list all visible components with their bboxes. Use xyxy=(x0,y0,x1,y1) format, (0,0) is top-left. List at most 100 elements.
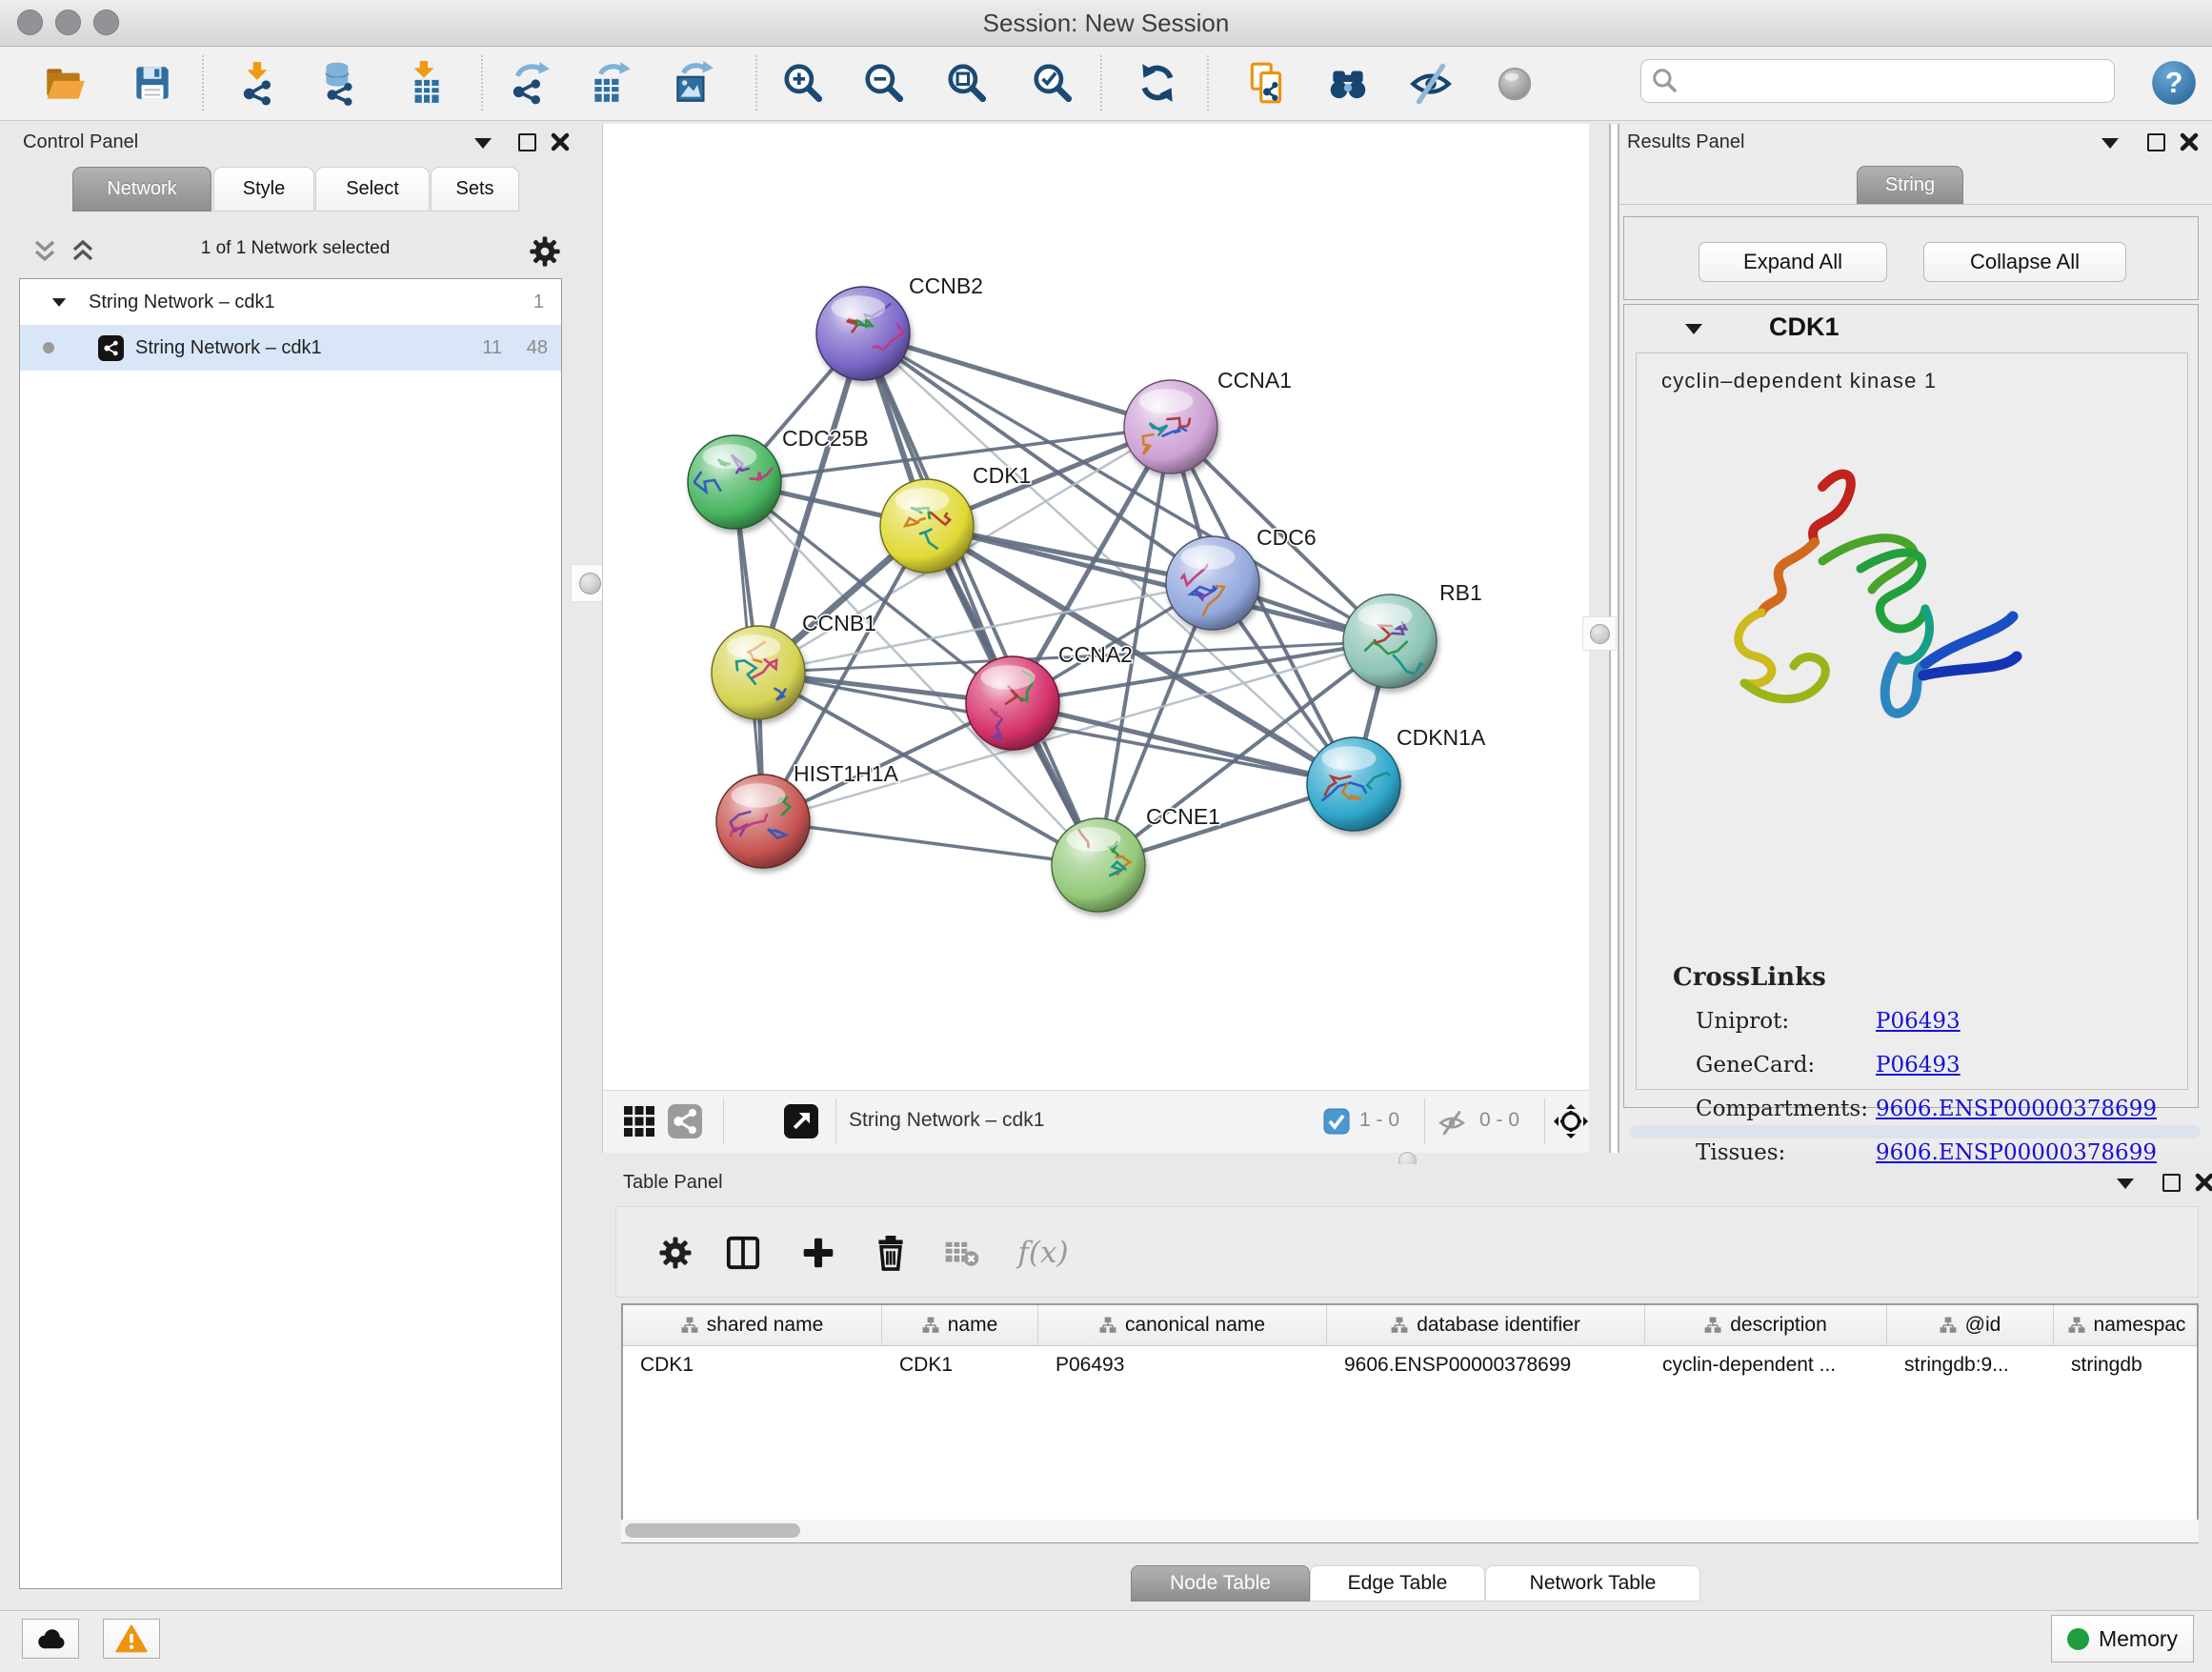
string-view-icon[interactable] xyxy=(668,1104,702,1138)
table-panel-float-icon[interactable] xyxy=(2162,1174,2181,1192)
network-collection-row[interactable]: String Network – cdk1 1 xyxy=(20,279,561,325)
graph-edge-CCNA2-CDKN1A[interactable] xyxy=(1013,703,1354,784)
birds-eye-view-icon[interactable] xyxy=(622,1104,656,1138)
column-header-canonical-name[interactable]: canonical name xyxy=(1038,1305,1327,1345)
graph-edge-CCNB2-CCNE1[interactable] xyxy=(863,333,1098,865)
table-cell[interactable]: cyclin-dependent ... xyxy=(1645,1346,1887,1384)
delete-table-button[interactable] xyxy=(939,1230,985,1276)
zoom-in-button[interactable] xyxy=(778,57,828,109)
right-splitter-handle[interactable] xyxy=(1582,616,1617,651)
zoom-fit-content-button[interactable] xyxy=(942,57,992,109)
hide-selection-button[interactable] xyxy=(1406,57,1456,109)
import-network-from-database-button[interactable] xyxy=(315,57,365,109)
table-panel-close-icon[interactable] xyxy=(2195,1173,2212,1192)
graph-node-CDKN1A[interactable] xyxy=(1307,737,1400,831)
control-panel-close-icon[interactable] xyxy=(551,132,570,151)
table-cell[interactable]: P06493 xyxy=(1038,1346,1327,1384)
tab-select[interactable]: Select xyxy=(315,167,430,212)
graph-edge-HIST1H1A-CCNE1[interactable] xyxy=(763,821,1098,865)
results-panel-float-icon[interactable] xyxy=(2147,133,2165,151)
tab-string[interactable]: String xyxy=(1857,166,1963,204)
export-image-button[interactable] xyxy=(668,57,717,109)
column-header-shared-name[interactable]: shared name xyxy=(623,1305,882,1345)
network-canvas[interactable]: CCNB2CCNA1CDC25BCDK1CDC6RB1CCNB1CCNA2CDK… xyxy=(603,124,1590,1090)
crosslink-link[interactable]: P06493 xyxy=(1876,1009,1961,1034)
graph-node-CDK1[interactable] xyxy=(880,479,974,573)
tab-node-table[interactable]: Node Table xyxy=(1131,1565,1310,1601)
collapse-all-button[interactable]: Collapse All xyxy=(1923,242,2126,282)
delete-column-button[interactable] xyxy=(868,1230,914,1276)
results-panel-menu-icon[interactable] xyxy=(2101,138,2119,149)
cloud-button[interactable] xyxy=(22,1619,79,1659)
column-header-name[interactable]: name xyxy=(882,1305,1038,1345)
collection-expander-icon[interactable] xyxy=(52,298,66,307)
export-network-button[interactable] xyxy=(504,57,553,109)
show-all-button[interactable] xyxy=(1490,57,1539,109)
column-header-namespac[interactable]: namespac xyxy=(2054,1305,2199,1345)
export-table-button[interactable] xyxy=(585,57,634,109)
column-header--id[interactable]: @id xyxy=(1887,1305,2054,1345)
network-options-gear-icon[interactable] xyxy=(528,234,562,269)
network-row[interactable]: String Network – cdk1 11 48 xyxy=(20,325,561,371)
fit-selected-crosshair-icon[interactable] xyxy=(1554,1104,1588,1138)
table-options-button[interactable] xyxy=(653,1230,698,1276)
new-network-from-selection-button[interactable] xyxy=(1242,57,1292,109)
table-cell[interactable]: CDK1 xyxy=(623,1346,882,1384)
graph-node-CDC25B[interactable] xyxy=(688,435,781,529)
graph-node-HIST1H1A[interactable] xyxy=(716,775,810,868)
tab-edge-table[interactable]: Edge Table xyxy=(1310,1565,1485,1601)
collapse-all-networks-icon[interactable] xyxy=(30,238,59,265)
show-columns-button[interactable] xyxy=(720,1230,766,1276)
table-cell[interactable]: stringdb xyxy=(2054,1346,2199,1384)
search-input[interactable] xyxy=(1685,63,2114,99)
table-cell[interactable]: stringdb:9... xyxy=(1887,1346,2054,1384)
graph-node-CCNA1[interactable] xyxy=(1124,380,1217,473)
help-button[interactable]: ? xyxy=(2149,57,2199,109)
results-panel-close-icon[interactable] xyxy=(2180,132,2199,151)
results-scrollbar-track[interactable] xyxy=(1629,1125,2201,1138)
control-panel-float-icon[interactable] xyxy=(518,133,536,151)
graph-node-RB1[interactable] xyxy=(1343,594,1437,688)
import-network-from-file-button[interactable] xyxy=(234,57,284,109)
crosslink-link[interactable]: 9606.ENSP00000378699 xyxy=(1876,1140,2157,1165)
graph-node-CDC6[interactable] xyxy=(1166,536,1259,630)
apply-preferred-layout-button[interactable] xyxy=(1133,57,1182,109)
crosslink-link[interactable]: 9606.ENSP00000378699 xyxy=(1876,1097,2157,1121)
tab-network-table[interactable]: Network Table xyxy=(1485,1565,1700,1601)
warnings-button[interactable] xyxy=(103,1619,160,1659)
column-source-icon xyxy=(1099,1317,1116,1334)
table-panel-menu-icon[interactable] xyxy=(2117,1178,2134,1189)
create-column-button[interactable] xyxy=(795,1230,841,1276)
function-builder-button[interactable]: f(x) xyxy=(1010,1230,1076,1276)
open-session-button[interactable] xyxy=(40,57,90,109)
table-cell[interactable]: 9606.ENSP00000378699 xyxy=(1327,1346,1645,1384)
table-cell[interactable]: CDK1 xyxy=(882,1346,1038,1384)
open-in-new-window-icon[interactable] xyxy=(784,1104,818,1138)
graph-edge-CCNB2-CCNA1[interactable] xyxy=(863,333,1171,427)
tab-style[interactable]: Style xyxy=(213,167,314,212)
first-neighbors-button[interactable] xyxy=(1323,57,1373,109)
expand-all-button[interactable]: Expand All xyxy=(1699,242,1887,282)
zoom-selected-button[interactable] xyxy=(1028,57,1077,109)
gene-expander-icon[interactable] xyxy=(1685,324,1702,334)
crosslink-link[interactable]: P06493 xyxy=(1876,1053,1961,1078)
graph-node-CCNB1[interactable] xyxy=(712,626,805,719)
save-session-button[interactable] xyxy=(128,57,177,109)
table-hscrollbar[interactable] xyxy=(621,1520,2199,1542)
search-field[interactable] xyxy=(1640,59,2115,103)
column-header-description[interactable]: description xyxy=(1645,1305,1887,1345)
table-row[interactable]: CDK1CDK1P064939606.ENSP00000378699cyclin… xyxy=(623,1346,2197,1384)
zoom-out-button[interactable] xyxy=(859,57,909,109)
graph-node-CCNB2[interactable] xyxy=(816,287,910,380)
column-header-database-identifier[interactable]: database identifier xyxy=(1327,1305,1645,1345)
table-hscrollbar-thumb[interactable] xyxy=(625,1523,800,1538)
tab-sets[interactable]: Sets xyxy=(431,167,519,212)
graph-node-CCNA2[interactable] xyxy=(966,656,1059,750)
memory-button[interactable]: Memory xyxy=(2051,1615,2194,1662)
graph-node-CCNE1[interactable] xyxy=(1052,818,1145,912)
selected-checkbox-icon[interactable] xyxy=(1323,1108,1350,1135)
tab-network[interactable]: Network xyxy=(72,167,211,212)
import-table-from-file-button[interactable] xyxy=(401,57,451,109)
control-panel-menu-icon[interactable] xyxy=(474,138,492,149)
expand-all-networks-icon[interactable] xyxy=(69,238,97,265)
